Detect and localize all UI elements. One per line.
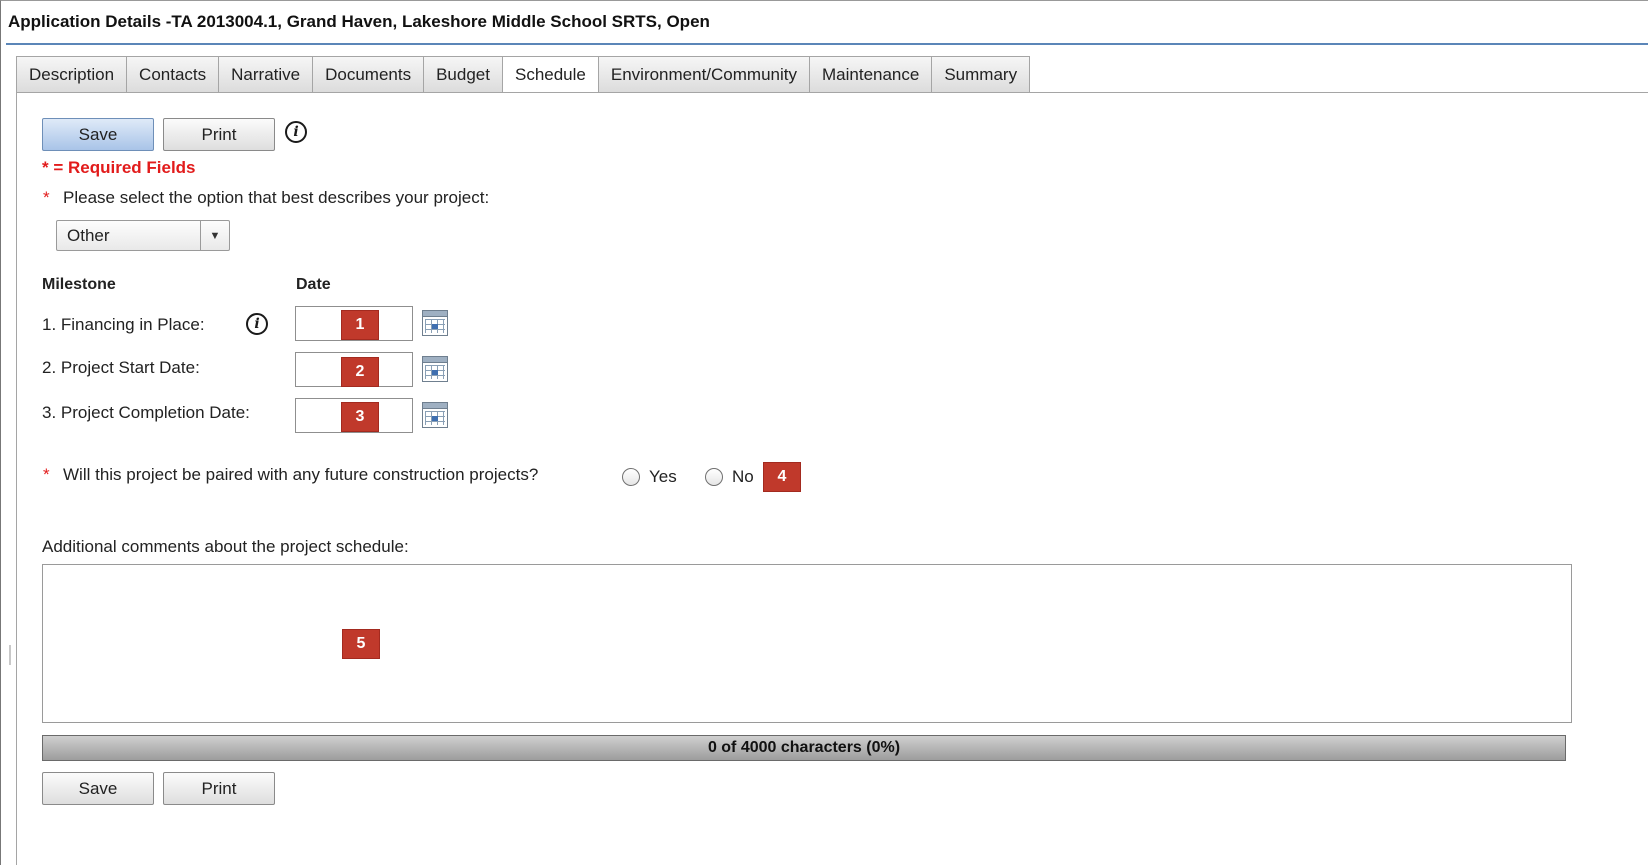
milestone-label-start: 2. Project Start Date: <box>42 358 200 377</box>
page-title: Application Details -TA 2013004.1, Grand… <box>8 12 710 31</box>
milestone-column-header: Milestone <box>42 276 116 293</box>
tab-environment-community[interactable]: Environment/Community <box>597 56 809 93</box>
project-option-value: Other <box>67 225 110 245</box>
tab-schedule[interactable]: Schedule <box>501 56 598 93</box>
tab-maintenance[interactable]: Maintenance <box>809 56 932 93</box>
annotation-badge: 5 <box>342 629 380 659</box>
tab-bar: Description Contacts Narrative Documents… <box>16 56 1031 93</box>
project-option-question: Please select the option that best descr… <box>63 188 490 207</box>
save-button-bottom[interactable]: Save <box>42 772 154 805</box>
title-divider <box>6 43 1648 45</box>
yes-radio-label[interactable]: Yes <box>649 467 677 487</box>
tab-description[interactable]: Description <box>16 56 127 93</box>
paired-project-question: Will this project be paired with any fut… <box>63 465 539 484</box>
yes-radio[interactable] <box>622 468 640 486</box>
schedule-comments-textarea[interactable] <box>42 564 1572 723</box>
save-button[interactable]: Save <box>42 118 154 151</box>
no-radio-label[interactable]: No <box>732 467 754 487</box>
tab-budget[interactable]: Budget <box>423 56 502 93</box>
milestone-label-completion: 3. Project Completion Date: <box>42 403 250 422</box>
calendar-icon[interactable] <box>422 310 448 336</box>
tab-summary[interactable]: Summary <box>931 56 1031 93</box>
print-button[interactable]: Print <box>163 118 275 151</box>
info-icon[interactable]: i <box>285 121 307 143</box>
required-asterisk: * <box>43 188 50 207</box>
chevron-down-icon[interactable]: ▼ <box>200 221 229 250</box>
required-fields-note: * = Required Fields <box>42 158 196 177</box>
calendar-icon[interactable] <box>422 356 448 382</box>
required-asterisk: * <box>43 465 50 484</box>
comments-label: Additional comments about the project sc… <box>42 537 409 556</box>
no-radio[interactable] <box>705 468 723 486</box>
tab-narrative[interactable]: Narrative <box>218 56 313 93</box>
annotation-badge: 4 <box>763 462 801 492</box>
character-counter-bar: 0 of 4000 characters (0%) <box>42 735 1566 761</box>
splitter-handle[interactable] <box>9 645 11 665</box>
annotation-badge: 2 <box>341 357 379 387</box>
annotation-badge: 3 <box>341 402 379 432</box>
milestone-label-financing: 1. Financing in Place: <box>42 315 205 334</box>
tab-contacts[interactable]: Contacts <box>126 56 219 93</box>
print-button-bottom[interactable]: Print <box>163 772 275 805</box>
calendar-icon[interactable] <box>422 402 448 428</box>
project-option-dropdown[interactable]: Other ▼ <box>56 220 230 251</box>
date-column-header: Date <box>296 276 331 293</box>
info-icon[interactable]: i <box>246 313 268 335</box>
annotation-badge: 1 <box>341 310 379 340</box>
tab-documents[interactable]: Documents <box>312 56 424 93</box>
